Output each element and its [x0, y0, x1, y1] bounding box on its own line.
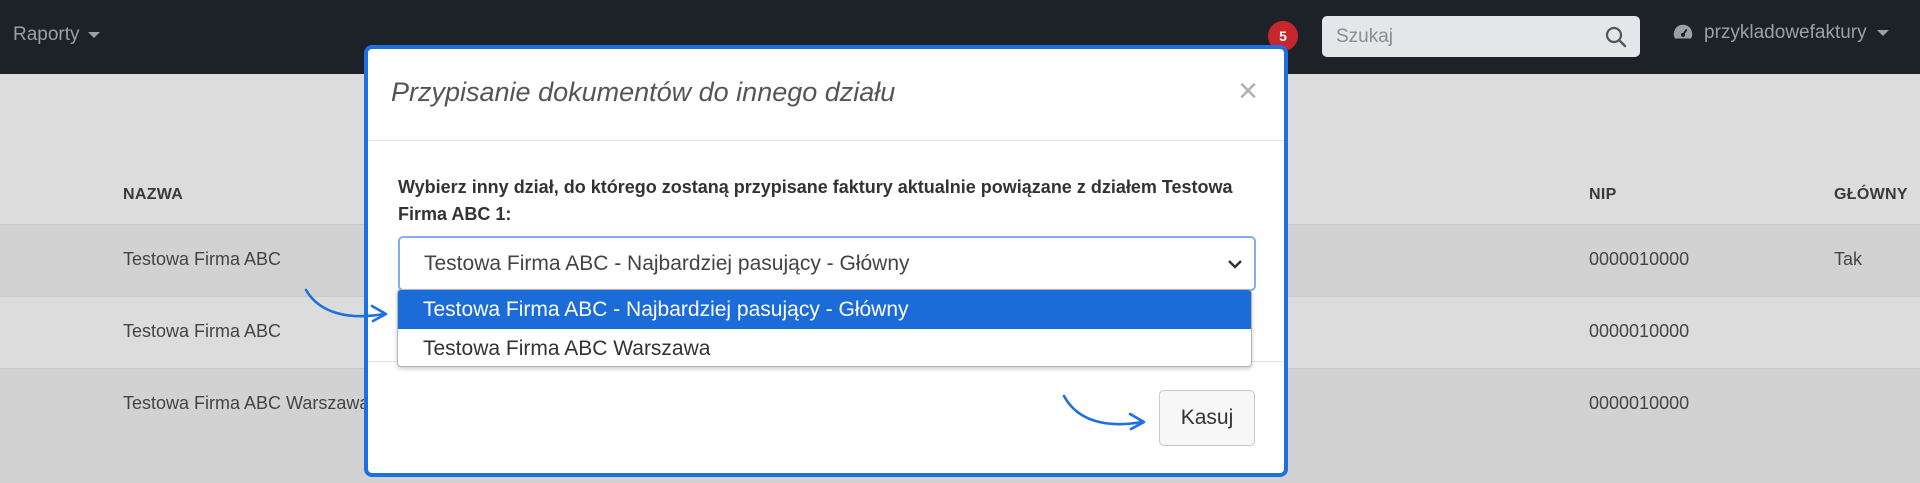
reports-menu[interactable]: Raporty — [13, 24, 100, 46]
row-nip: 0000010000 — [1589, 321, 1690, 341]
modal-title: Przypisanie dokumentów do innego działu — [391, 77, 896, 107]
row-name: Testowa Firma ABC — [123, 321, 282, 341]
instruction-text: Wybierz inny dział, do którego zostaną p… — [398, 177, 1233, 224]
option-main-department[interactable]: Testowa Firma ABC - Najbardziej pasujący… — [398, 290, 1251, 329]
caret-down-icon — [1876, 30, 1889, 36]
close-icon[interactable]: × — [1238, 74, 1258, 108]
row-name: Testowa Firma ABC — [123, 249, 282, 269]
account-label: przykladowefaktury — [1704, 22, 1867, 43]
account-menu[interactable]: przykladowefaktury — [1672, 22, 1889, 44]
option-warsaw-department[interactable]: Testowa Firma ABC Warszawa — [398, 329, 1251, 366]
column-header-main[interactable]: GŁÓWNY — [1834, 186, 1908, 204]
caret-down-icon — [87, 32, 100, 38]
row-name: Testowa Firma ABC Warszawa — [123, 393, 370, 413]
row-nip: 0000010000 — [1589, 393, 1690, 413]
column-header-nip[interactable]: NIP — [1589, 186, 1617, 204]
search-input[interactable] — [1322, 16, 1592, 57]
chevron-down-icon — [1228, 260, 1242, 269]
annotation-arrow-icon — [1062, 394, 1146, 431]
search-icon[interactable] — [1604, 25, 1628, 49]
annotation-arrow-icon — [304, 288, 388, 323]
department-select[interactable]: Testowa Firma ABC - Najbardziej pasujący… — [398, 236, 1256, 291]
department-options-list: Testowa Firma ABC - Najbardziej pasujący… — [397, 289, 1252, 367]
select-value: Testowa Firma ABC - Najbardziej pasujący… — [424, 252, 910, 275]
column-header-name[interactable]: NAZWA — [123, 186, 183, 204]
search-box — [1322, 16, 1640, 57]
reports-label: Raporty — [13, 24, 80, 45]
dashboard-icon — [1673, 24, 1693, 39]
row-nip: 0000010000 — [1589, 249, 1690, 269]
cancel-button[interactable]: Kasuj — [1159, 390, 1255, 446]
row-main: Tak — [1834, 249, 1863, 269]
modal-header: Przypisanie dokumentów do innego działu … — [368, 49, 1284, 141]
